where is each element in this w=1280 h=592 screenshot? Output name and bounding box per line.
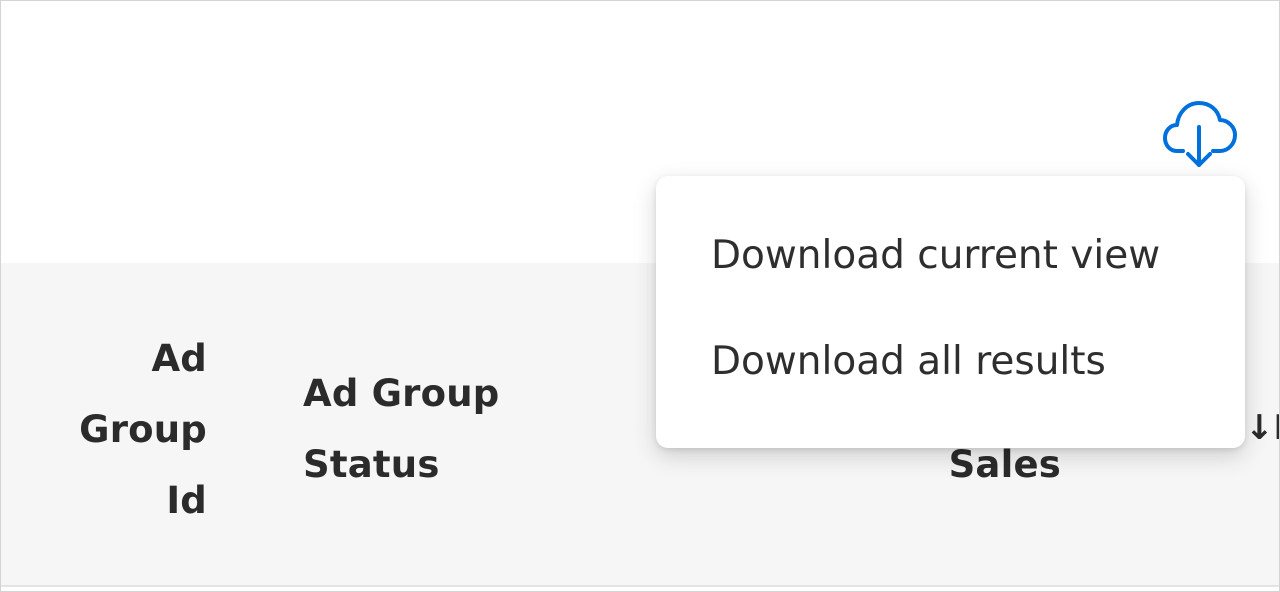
download-menu: Download current view Download all resul…: [656, 176, 1245, 448]
download-button[interactable]: [1161, 97, 1241, 171]
report-panel: Ad Group Id Ad Group Status Sales ↓I Dow…: [0, 0, 1280, 592]
cloud-download-icon: [1163, 101, 1237, 167]
column-header-ad-group-status[interactable]: Ad Group Status: [303, 358, 563, 500]
header-divider: [1, 585, 1279, 587]
download-current-view-option[interactable]: Download current view: [711, 226, 1160, 286]
column-header-ad-group-id[interactable]: Ad Group Id: [41, 323, 207, 536]
column-header-line: Ad: [151, 337, 207, 380]
column-header-line: Status: [303, 443, 440, 486]
column-header-line: Ad Group: [303, 372, 500, 415]
column-header-line: Group: [79, 408, 207, 451]
download-all-results-option[interactable]: Download all results: [711, 332, 1106, 392]
sort-icon[interactable]: ↓I: [1245, 393, 1279, 464]
column-header-line: Id: [166, 479, 207, 522]
